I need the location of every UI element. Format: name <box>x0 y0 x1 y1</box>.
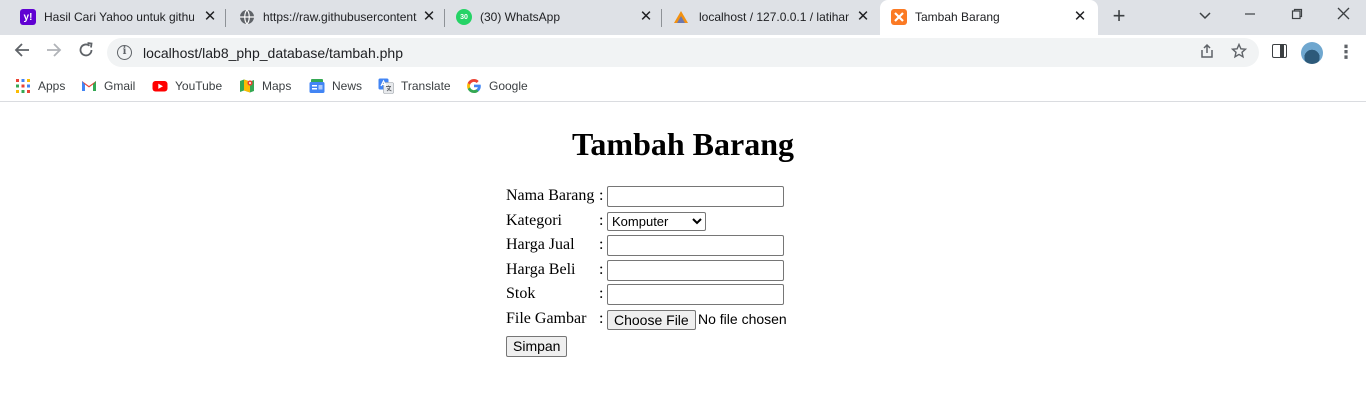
form-row-file-gambar: File Gambar : Choose File No file chosen <box>506 309 806 334</box>
form-row-kategori: Kategori : Komputer <box>506 211 806 236</box>
harga-beli-label: Harga Beli <box>506 260 576 278</box>
minimize-button[interactable] <box>1238 4 1262 26</box>
tab-title: https://raw.githubusercontent <box>263 10 417 24</box>
harga-jual-label: Harga Jual <box>506 236 575 253</box>
page-content: Tambah Barang Nama Barang : Kategori : K… <box>0 103 1366 419</box>
tab-strip: y! Hasil Cari Yahoo untuk github ✕ https… <box>0 0 1366 35</box>
bookmark-label: Apps <box>38 79 66 93</box>
back-arrow-icon[interactable] <box>10 40 34 64</box>
bookmark-maps[interactable]: Maps <box>239 77 291 95</box>
tab-title: Tambah Barang <box>915 10 1000 24</box>
choose-file-button[interactable]: Choose File <box>607 309 696 330</box>
tab-whatsapp[interactable]: 30 (30) WhatsApp ✕ <box>446 0 662 35</box>
bookmark-google[interactable]: Google <box>466 77 528 95</box>
form-row-harga-jual: Harga Jual : <box>506 235 806 260</box>
colon: : <box>599 187 604 204</box>
tab-raw-github[interactable]: https://raw.githubusercontent ✕ <box>227 0 445 35</box>
bookmark-label: Google <box>489 79 528 93</box>
tab-separator <box>225 9 226 27</box>
youtube-icon <box>152 78 168 94</box>
simpan-button[interactable]: Simpan <box>506 336 568 357</box>
forward-arrow-icon[interactable] <box>42 40 66 64</box>
harga-jual-input[interactable] <box>607 235 784 256</box>
colon: : <box>599 236 604 253</box>
bookmark-apps[interactable]: Apps <box>15 77 65 95</box>
colon: : <box>599 260 604 278</box>
tab-search-icon[interactable] <box>1193 4 1217 26</box>
harga-beli-input[interactable] <box>607 259 784 281</box>
bookmark-youtube[interactable]: YouTube <box>152 77 222 95</box>
kategori-label: Kategori <box>506 211 562 229</box>
tab-tambah-barang[interactable]: Tambah Barang ✕ <box>880 0 1098 35</box>
maps-icon <box>239 78 255 94</box>
address-bar[interactable]: i localhost/lab8_php_database/tambah.php <box>107 38 1259 67</box>
whatsapp-icon: 30 <box>456 9 472 25</box>
side-panel-icon[interactable] <box>1272 44 1287 58</box>
stok-label: Stok <box>506 285 536 302</box>
form-row-stok: Stok : <box>506 284 806 309</box>
file-gambar-label: File Gambar <box>506 309 587 327</box>
bookmark-news[interactable]: News <box>309 77 362 95</box>
phpmyadmin-icon <box>673 9 689 25</box>
nama-barang-label: Nama Barang <box>506 187 595 204</box>
page-title: Tambah Barang <box>572 126 794 162</box>
nama-barang-input[interactable] <box>607 186 784 207</box>
tab-title: Hasil Cari Yahoo untuk github <box>44 10 194 24</box>
url-text[interactable]: localhost/lab8_php_database/tambah.php <box>143 45 403 61</box>
bookmark-translate[interactable]: Translate <box>378 77 451 95</box>
tab-separator <box>444 9 445 27</box>
reload-icon[interactable] <box>74 40 98 64</box>
apps-grid-icon <box>15 78 31 94</box>
form-row-harga-beli: Harga Beli : <box>506 259 806 285</box>
tab-separator <box>661 9 662 27</box>
tab-phpmyadmin[interactable]: localhost / 127.0.0.1 / latihan ✕ <box>663 0 879 35</box>
colon: : <box>599 309 604 327</box>
kategori-select[interactable]: Komputer <box>607 211 706 231</box>
restore-button[interactable] <box>1285 4 1309 26</box>
stok-input[interactable] <box>607 284 784 305</box>
site-info-icon[interactable]: i <box>117 45 132 60</box>
new-tab-button[interactable]: + <box>1107 5 1131 29</box>
tab-title: (30) WhatsApp <box>480 10 561 24</box>
bookmark-label: Maps <box>262 79 292 93</box>
menu-kebab-icon[interactable]: ⋮ <box>1337 40 1355 64</box>
gmail-icon <box>81 78 97 94</box>
bookmark-label: News <box>332 79 363 93</box>
tambah-barang-form: Nama Barang : Kategori : Komputer Harga … <box>506 186 806 357</box>
bookmark-star-icon[interactable] <box>1229 42 1249 63</box>
close-tab-icon[interactable]: ✕ <box>421 8 437 26</box>
google-icon <box>466 78 482 94</box>
close-tab-icon[interactable]: ✕ <box>638 8 654 26</box>
translate-icon <box>378 78 394 94</box>
profile-avatar[interactable] <box>1301 42 1323 64</box>
close-tab-icon[interactable]: ✕ <box>1072 8 1088 26</box>
close-tab-icon[interactable]: ✕ <box>202 8 218 26</box>
bookmarks-bar: Apps Gmail YouTube Maps News Translate G… <box>0 70 1366 102</box>
bookmark-gmail[interactable]: Gmail <box>81 77 135 95</box>
colon: : <box>599 285 604 302</box>
browser-toolbar: i localhost/lab8_php_database/tambah.php… <box>0 35 1366 70</box>
colon: : <box>599 211 604 229</box>
file-status-text: No file chosen <box>698 310 787 327</box>
close-tab-icon[interactable]: ✕ <box>855 8 871 26</box>
tab-title: localhost / 127.0.0.1 / latihan <box>699 10 849 24</box>
form-row-nama-barang: Nama Barang : <box>506 186 806 211</box>
bookmark-label: Translate <box>401 79 451 93</box>
bookmark-label: YouTube <box>175 79 223 93</box>
news-icon <box>309 78 325 94</box>
tab-yahoo-search[interactable]: y! Hasil Cari Yahoo untuk github ✕ <box>8 0 226 35</box>
globe-icon <box>239 9 255 25</box>
yahoo-icon: y! <box>20 9 36 25</box>
close-window-button[interactable] <box>1331 4 1355 26</box>
xampp-icon <box>891 9 907 25</box>
bookmark-label: Gmail <box>104 79 136 93</box>
share-icon[interactable] <box>1197 43 1217 63</box>
